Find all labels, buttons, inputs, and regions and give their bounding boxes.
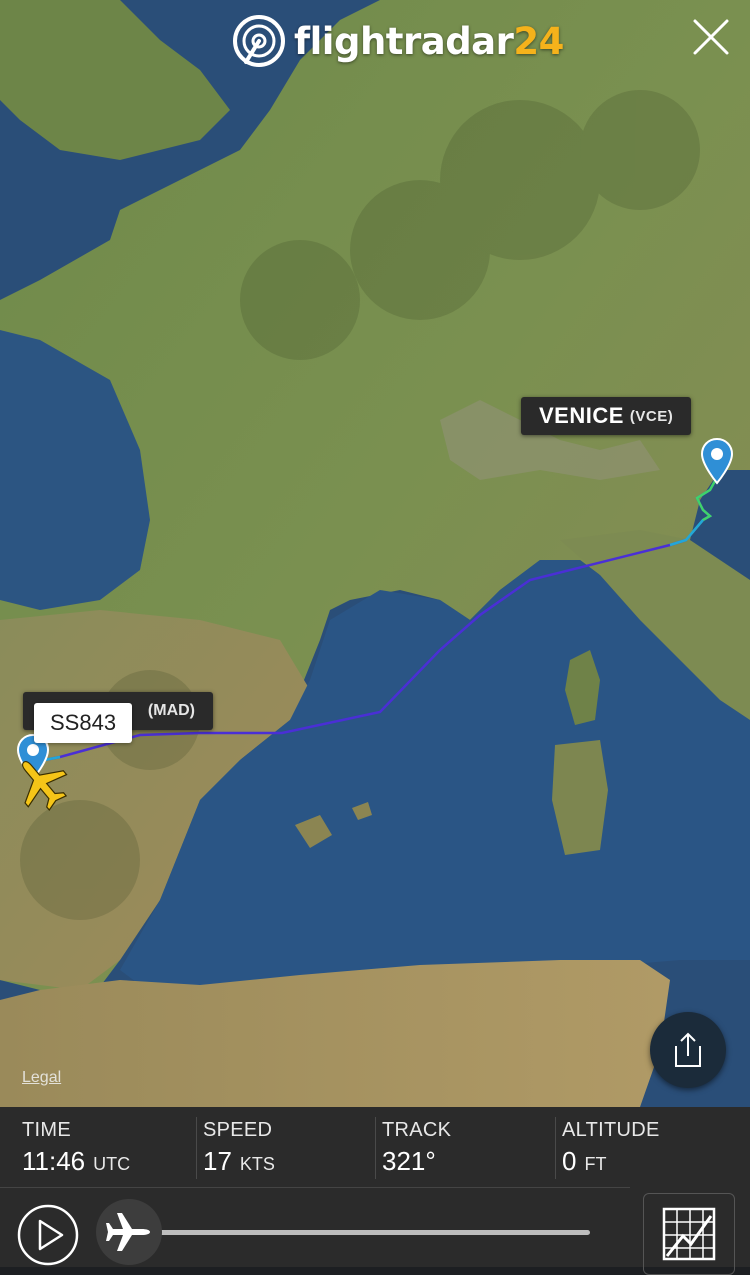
location-pin-icon[interactable] [699,437,735,485]
close-icon[interactable] [692,18,730,56]
satellite-map [0,0,750,1107]
divider [0,1187,630,1188]
flightradar24-logo: flightradar24 [232,10,564,72]
stat-time: TIME 11:46 UTC [22,1119,130,1189]
playback-slider-handle[interactable] [96,1199,162,1265]
destination-label[interactable]: VENICE (VCE) [521,397,692,435]
legal-link[interactable]: Legal [22,1069,61,1087]
stat-label: ALTITUDE [562,1119,660,1141]
divider [375,1117,376,1179]
map-view[interactable]: VENICE (VCE) (MAD) SS843 flightradar24 L… [0,0,750,1107]
logo-text: flightradar [294,19,514,63]
stat-unit: KTS [239,1154,275,1174]
stat-track: TRACK 321° [382,1119,451,1189]
share-icon [675,1032,701,1067]
origin-code: (MAD) [147,702,195,719]
flight-callsign-label[interactable]: SS843 [34,703,133,743]
stat-altitude: ALTITUDE 0 FT [562,1119,660,1189]
flight-info-panel: TIME 11:46 UTC SPEED 17 KTS TRACK 321° ALT… [0,1107,750,1275]
destination-name: VENICE [539,403,624,428]
share-button[interactable] [650,1012,726,1088]
stat-value: 17 [203,1146,232,1176]
radar-icon [233,15,285,67]
stat-label: TIME [22,1119,71,1141]
play-icon[interactable] [16,1203,80,1267]
airplane-icon [106,1213,150,1251]
stat-unit: FT [584,1154,607,1174]
stat-value: 0 [562,1146,577,1176]
stat-speed: SPEED 17 KTS [203,1119,275,1189]
stat-label: TRACK [382,1119,452,1141]
stat-value: 11:46 [22,1146,86,1176]
stat-unit: UTC [93,1154,131,1174]
logo-number: 24 [513,19,564,63]
destination-code: (VCE) [629,407,674,425]
airplane-icon[interactable] [10,752,72,814]
divider [555,1117,556,1179]
chart-button[interactable] [643,1193,735,1275]
stat-value: 321° [382,1146,436,1176]
divider [196,1117,197,1179]
playback-slider[interactable] [150,1230,590,1235]
stat-label: SPEED [203,1119,273,1141]
chart-icon [662,1207,716,1261]
